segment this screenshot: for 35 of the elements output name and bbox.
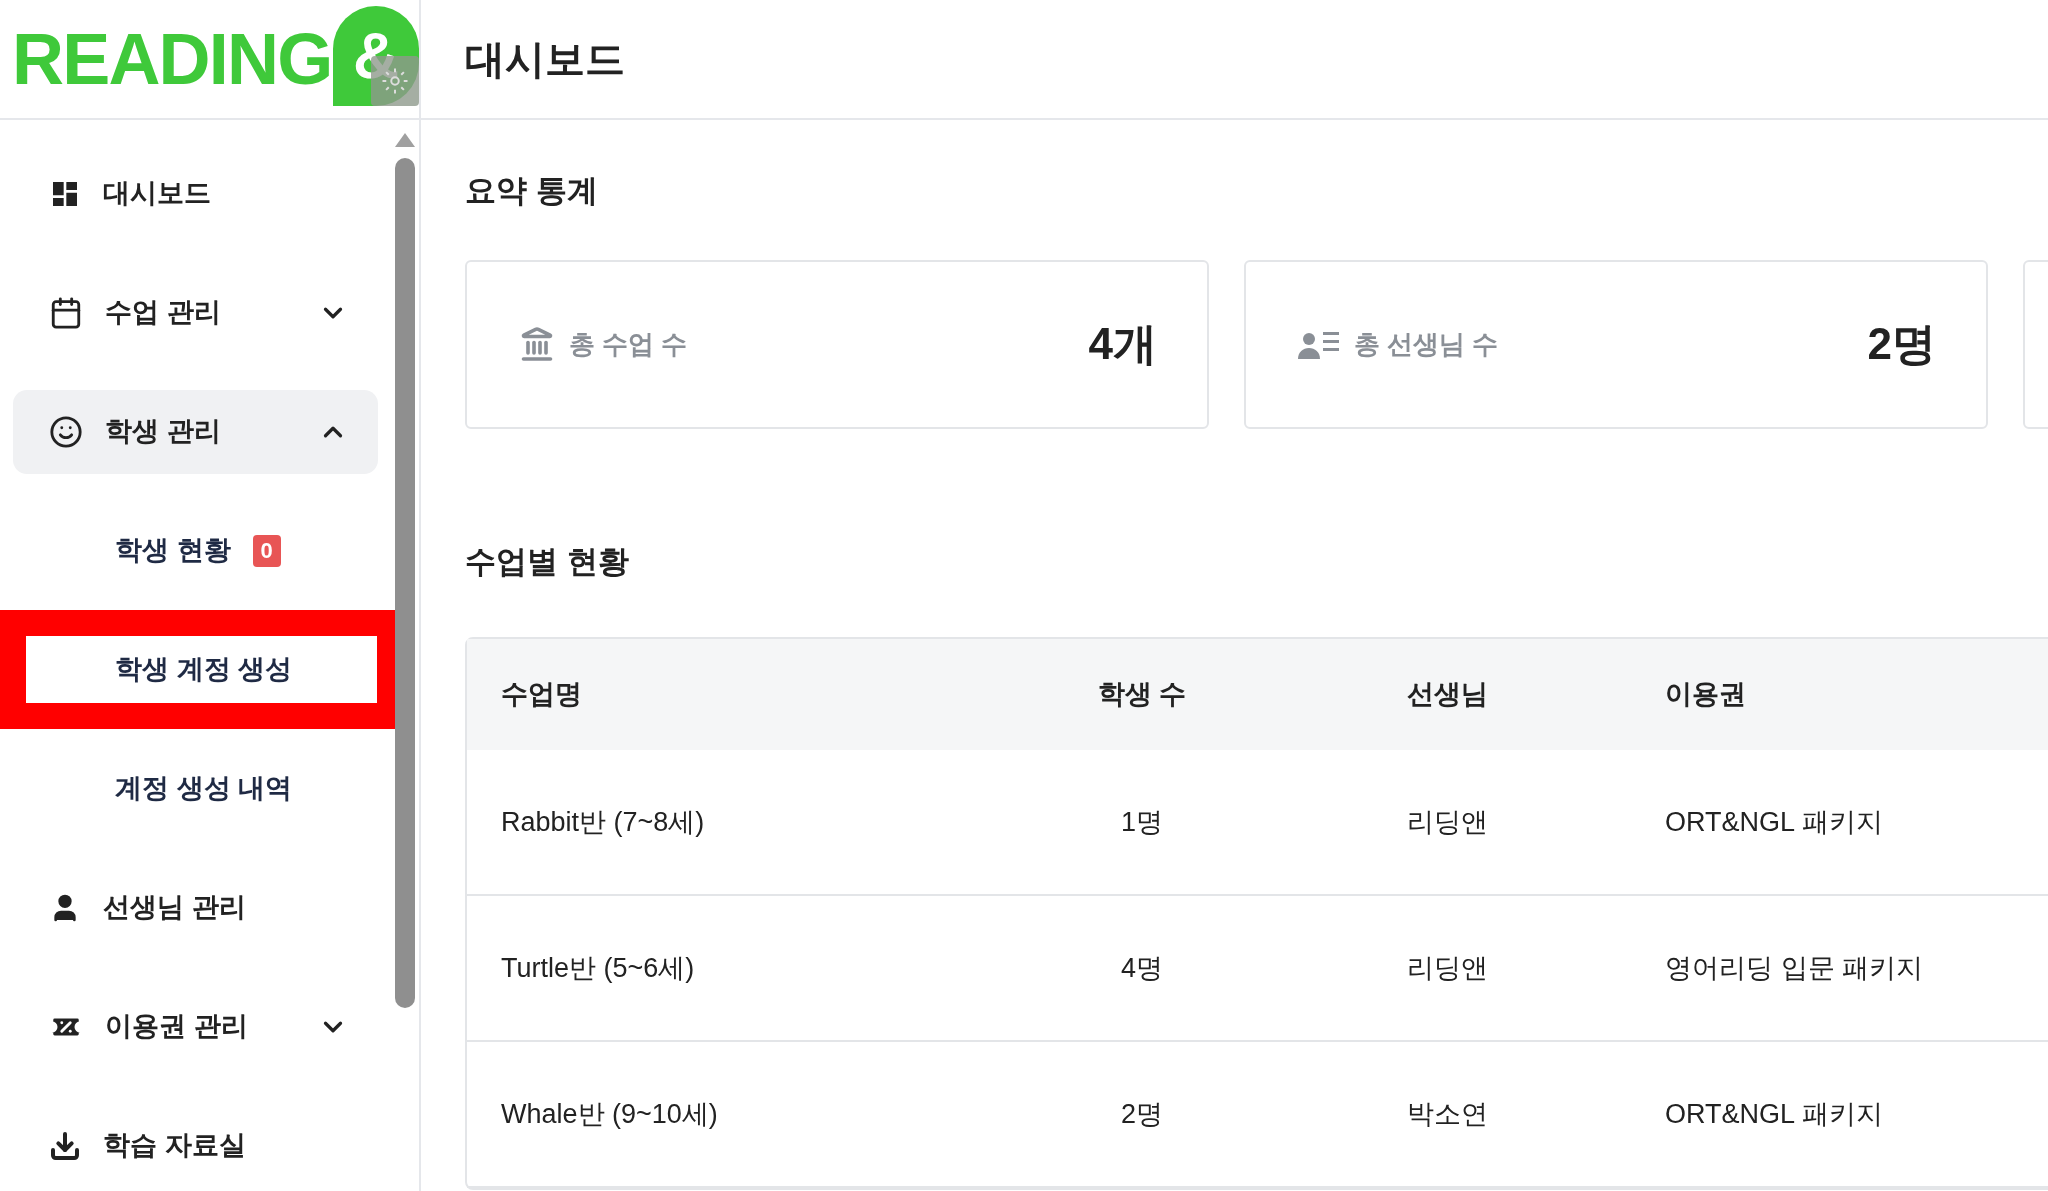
stat-value: 2명 bbox=[1867, 318, 1936, 370]
sidebar-item[interactable]: 학생 관리 bbox=[13, 389, 378, 474]
column-header: 선생님 bbox=[1406, 679, 1488, 710]
column-header: 학생 수 bbox=[1097, 679, 1187, 710]
table-cell: 1명 bbox=[1121, 806, 1163, 837]
scroll-up-icon[interactable] bbox=[394, 132, 416, 148]
submenu-item[interactable]: 학생 현황 bbox=[115, 530, 231, 571]
table-cell: Rabbit반 (7~8세) bbox=[501, 806, 705, 837]
download-icon bbox=[49, 1129, 81, 1162]
table-cell: 영어리딩 입문 패키지 bbox=[1665, 952, 1923, 983]
table-cell: Whale반 (9~10세) bbox=[501, 1098, 718, 1129]
stat-label: 총 선생님 수 bbox=[1354, 327, 1499, 361]
table-cell: ORT&NGL 패키지 bbox=[1665, 806, 1883, 837]
table-cell: 2명 bbox=[1121, 1098, 1163, 1129]
table-cell: 리딩앤 bbox=[1406, 806, 1488, 837]
column-header: 이용권 bbox=[1665, 679, 1746, 710]
page-title: 대시보드 bbox=[465, 36, 625, 83]
section-title: 요약 통계 bbox=[465, 172, 599, 210]
smiley-face-icon bbox=[49, 414, 83, 449]
bank-building-icon bbox=[519, 326, 555, 362]
stat-value: 4개 bbox=[1088, 318, 1157, 370]
table-cell: Turtle반 (5~6세) bbox=[501, 952, 695, 983]
calendar-icon bbox=[49, 295, 83, 330]
table-cell: 리딩앤 bbox=[1406, 952, 1488, 983]
table-cell: ORT&NGL 패키지 bbox=[1665, 1098, 1883, 1129]
section-title: 수업별 현황 bbox=[465, 542, 630, 581]
table-cell: 4명 bbox=[1121, 952, 1163, 983]
submenu-item[interactable]: 학생 계정 생성 bbox=[115, 649, 292, 690]
submenu-item[interactable]: 계정 생성 내역 bbox=[115, 768, 292, 809]
count-badge: 0 bbox=[252, 534, 281, 567]
logo-mark: & bbox=[333, 6, 419, 106]
logo-text: READING bbox=[12, 23, 332, 95]
table-cell: 박소연 bbox=[1406, 1098, 1488, 1129]
column-header: 수업명 bbox=[501, 679, 582, 710]
stat-label: 총 수업 수 bbox=[569, 327, 688, 361]
